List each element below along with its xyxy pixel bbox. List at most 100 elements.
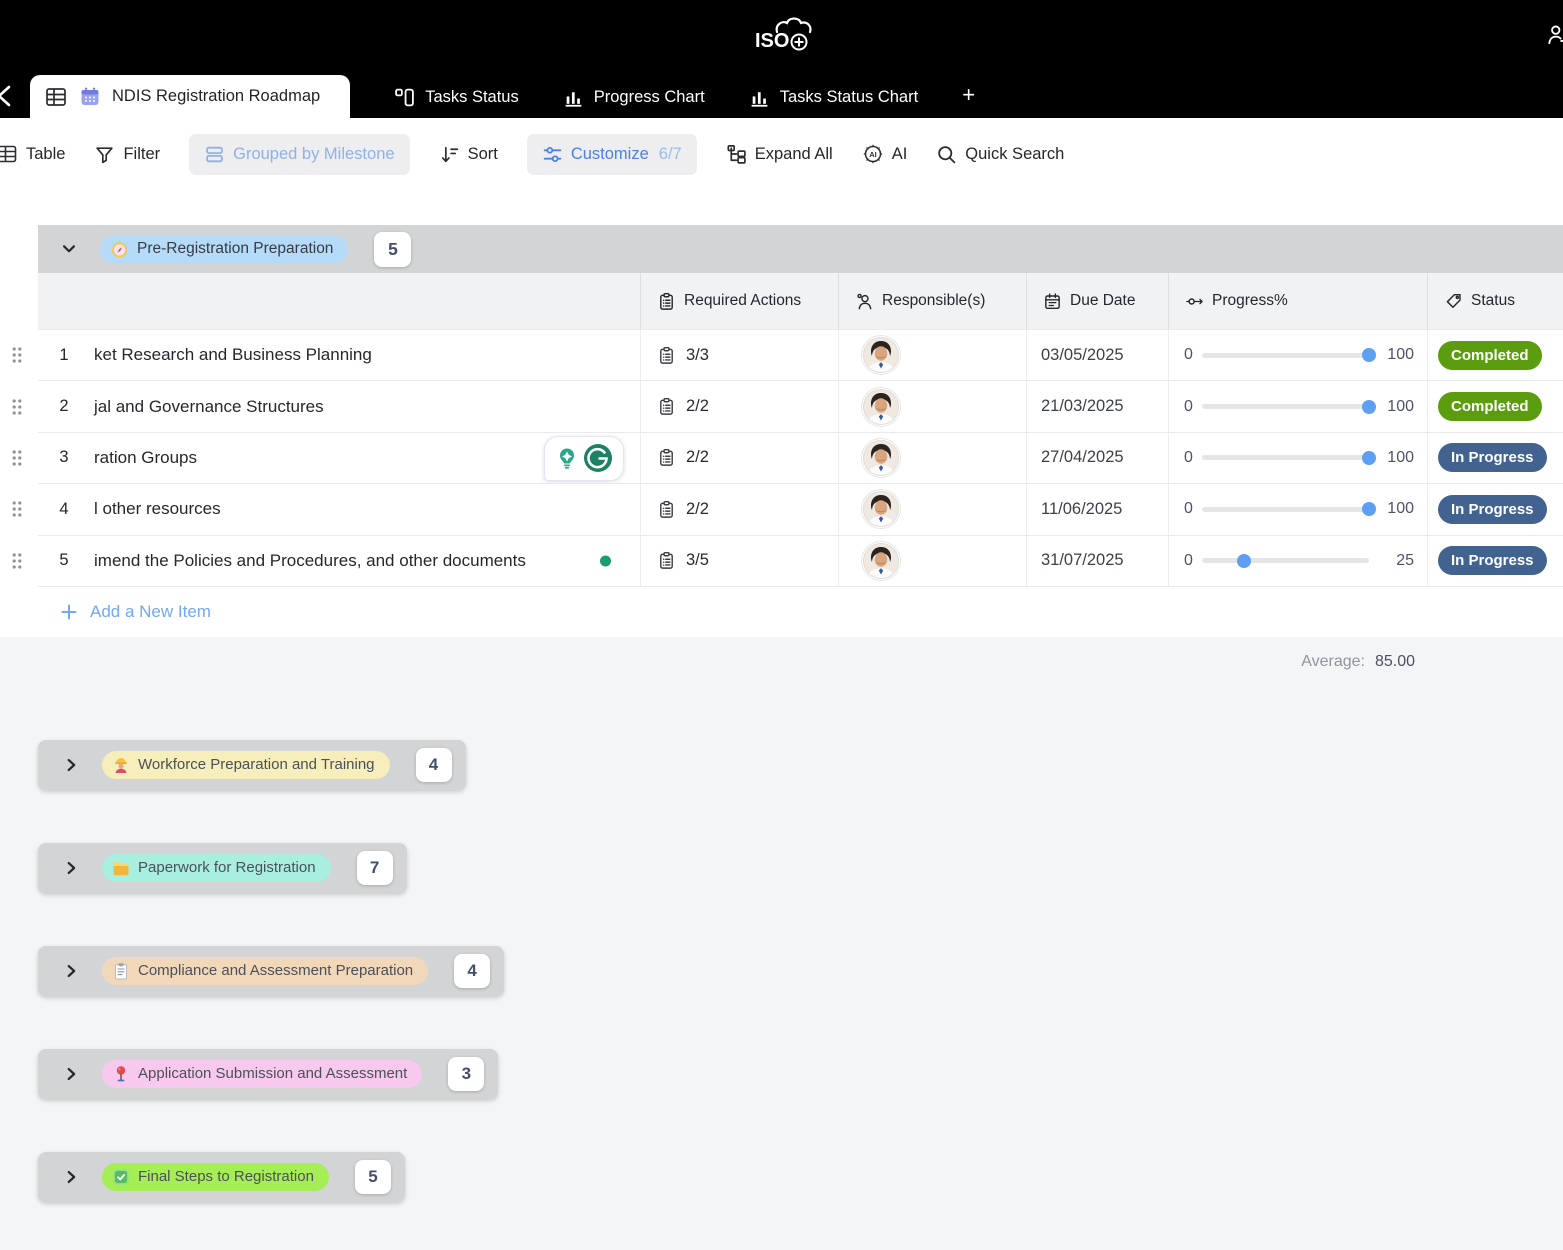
drag-handle-icon[interactable]	[11, 397, 23, 416]
task-name-cell[interactable]: ration Groups	[90, 433, 640, 483]
required-actions-cell[interactable]: 3/3	[640, 330, 838, 380]
progress-cell[interactable]: 0 100	[1168, 381, 1427, 431]
tab-ndis-registration-roadmap[interactable]: NDIS Registration Roadmap	[30, 75, 350, 118]
chevron-right-icon[interactable]	[62, 756, 80, 774]
collapsed-group-bar[interactable]: Workforce Preparation and Training 4	[38, 740, 466, 790]
due-date-cell[interactable]: 11/06/2025	[1026, 484, 1168, 534]
progress-slider[interactable]	[1202, 404, 1369, 409]
status-cell[interactable]: Completed	[1427, 330, 1563, 380]
drag-handle-icon[interactable]	[11, 346, 23, 365]
collapse-sidebar-icon[interactable]	[0, 81, 19, 111]
progress-cell[interactable]: 0 25	[1168, 536, 1427, 586]
progress-cell[interactable]: 0 100	[1168, 433, 1427, 483]
row-number: 2	[38, 381, 90, 431]
progress-cell[interactable]: 0 100	[1168, 330, 1427, 380]
add-user-icon[interactable]	[1546, 22, 1563, 48]
tab-progress-chart[interactable]: Progress Chart	[563, 87, 705, 108]
tab-tasks-status[interactable]: Tasks Status	[394, 87, 519, 108]
drag-handle-icon[interactable]	[11, 500, 23, 519]
task-name-cell[interactable]: imend the Policies and Procedures, and o…	[90, 536, 640, 586]
milestone-pill: Application Submission and Assessment	[102, 1060, 422, 1088]
row-number: 1	[38, 330, 90, 380]
collapsed-group-bar[interactable]: Paperwork for Registration 7	[38, 843, 407, 893]
table-button-label: Table	[26, 145, 65, 164]
progress-cell[interactable]: 0 100	[1168, 484, 1427, 534]
due-date-cell[interactable]: 03/05/2025	[1026, 330, 1168, 380]
status-cell[interactable]: In Progress	[1427, 433, 1563, 483]
required-actions-cell[interactable]: 2/2	[640, 484, 838, 534]
progress-knob[interactable]	[1362, 400, 1376, 414]
status-cell[interactable]: Completed	[1427, 381, 1563, 431]
avatar[interactable]	[861, 335, 901, 375]
due-date-column-header[interactable]: Due Date	[1026, 273, 1168, 329]
collapsed-group-bar[interactable]: Compliance and Assessment Preparation 4	[38, 946, 504, 996]
average-summary[interactable]: Average:85.00	[1301, 653, 1415, 671]
responsible-cell[interactable]	[838, 381, 1026, 431]
progress-column-header[interactable]: Progress%	[1168, 273, 1427, 329]
required-actions-cell[interactable]: 2/2	[640, 381, 838, 431]
row-number: 5	[38, 536, 90, 586]
milestone-title: Application Submission and Assessment	[138, 1065, 407, 1082]
avatar[interactable]	[861, 438, 901, 478]
required-actions-cell[interactable]: 2/2	[640, 433, 838, 483]
table-row: 5 imend the Policies and Procedures, and…	[38, 536, 1563, 587]
tab-tasks-status-chart[interactable]: Tasks Status Chart	[749, 87, 918, 108]
responsible-cell[interactable]	[838, 433, 1026, 483]
progress-knob[interactable]	[1362, 451, 1376, 465]
responsibles-column-header[interactable]: Responsible(s)	[838, 273, 1026, 329]
status-cell[interactable]: In Progress	[1427, 536, 1563, 586]
quick-search-button[interactable]: Quick Search	[936, 144, 1064, 165]
drag-handle-icon[interactable]	[11, 551, 23, 570]
active-tab-label: NDIS Registration Roadmap	[112, 87, 320, 106]
due-date-cell[interactable]: 21/03/2025	[1026, 381, 1168, 431]
responsible-cell[interactable]	[838, 484, 1026, 534]
status-cell[interactable]: In Progress	[1427, 484, 1563, 534]
ai-button[interactable]: AI AI	[862, 143, 908, 165]
progress-min-label: 0	[1184, 449, 1193, 467]
drag-handle-icon[interactable]	[11, 448, 23, 467]
due-date-cell[interactable]: 27/04/2025	[1026, 433, 1168, 483]
required-actions-value: 2/2	[686, 500, 709, 519]
clipboard-color-icon	[112, 962, 130, 980]
chevron-right-icon[interactable]	[62, 1168, 80, 1186]
add-new-item-button[interactable]: Add a New Item	[38, 587, 1563, 637]
task-name-cell[interactable]: ket Research and Business Planning	[90, 330, 640, 380]
progress-slider[interactable]	[1202, 455, 1369, 460]
responsible-cell[interactable]	[838, 330, 1026, 380]
add-view-tab-button[interactable]: +	[962, 82, 975, 108]
group-header-pre-registration[interactable]: Pre-Registration Preparation 5	[38, 225, 1563, 273]
group-count-badge: 4	[454, 954, 490, 988]
progress-knob[interactable]	[1362, 348, 1376, 362]
chevron-down-icon[interactable]	[60, 240, 78, 258]
grammarly-widget[interactable]	[544, 436, 624, 481]
expand-all-button[interactable]: Expand All	[726, 144, 833, 165]
task-name-cell[interactable]: jal and Governance Structures	[90, 381, 640, 431]
avatar[interactable]	[861, 541, 901, 581]
view-type-table-button[interactable]: Table	[0, 143, 65, 165]
avatar[interactable]	[861, 387, 901, 427]
chevron-right-icon[interactable]	[62, 859, 80, 877]
required-actions-column-header[interactable]: Required Actions	[640, 273, 838, 329]
progress-slider[interactable]	[1202, 507, 1369, 512]
required-actions-cell[interactable]: 3/5	[640, 536, 838, 586]
due-date-cell[interactable]: 31/07/2025	[1026, 536, 1168, 586]
collapsed-group-bar[interactable]: Application Submission and Assessment 3	[38, 1049, 498, 1099]
task-name-column-header	[90, 273, 640, 329]
status-column-header[interactable]: Status	[1427, 273, 1563, 329]
progress-slider[interactable]	[1202, 353, 1369, 358]
task-name-cell[interactable]: l other resources	[90, 484, 640, 534]
avatar[interactable]	[861, 489, 901, 529]
chevron-right-icon[interactable]	[62, 1065, 80, 1083]
responsible-cell[interactable]	[838, 536, 1026, 586]
progress-knob[interactable]	[1237, 554, 1251, 568]
collapsed-group-bar[interactable]: Final Steps to Registration 5	[38, 1152, 405, 1202]
chevron-right-icon[interactable]	[62, 962, 80, 980]
grouped-by-milestone-button[interactable]: Grouped by Milestone	[189, 134, 409, 175]
progress-knob[interactable]	[1362, 502, 1376, 516]
milestone-pill: Final Steps to Registration	[102, 1163, 329, 1191]
filter-button[interactable]: Filter	[94, 144, 160, 165]
customize-button[interactable]: Customize 6/7	[527, 134, 697, 175]
sort-button[interactable]: Sort	[439, 144, 498, 165]
progress-slider[interactable]	[1202, 558, 1369, 563]
table-grid-icon	[44, 85, 68, 109]
